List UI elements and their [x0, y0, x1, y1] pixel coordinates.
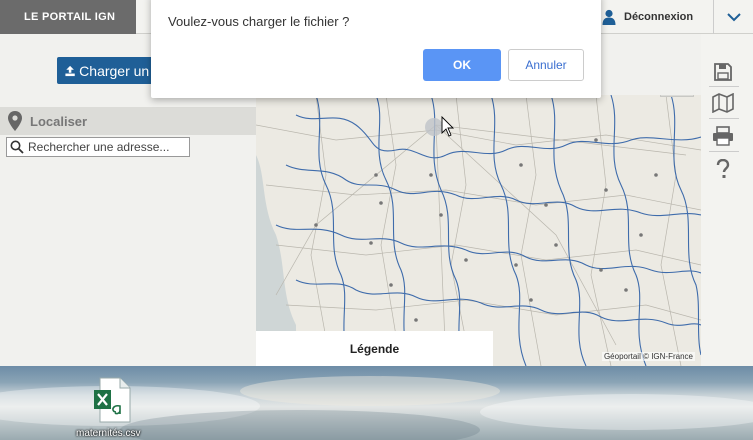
ok-button[interactable]: OK	[423, 49, 501, 81]
print-icon	[713, 126, 733, 146]
tool-divider	[709, 118, 739, 119]
map-button[interactable]	[710, 90, 736, 116]
logout-button[interactable]: Déconnexion	[598, 0, 713, 34]
confirm-dialog: Voulez-vous charger le fichier ? OK Annu…	[151, 0, 601, 98]
map-canvas[interactable]	[256, 95, 701, 366]
tool-divider	[709, 86, 739, 87]
upload-icon	[65, 65, 75, 76]
layers-button[interactable]	[660, 95, 694, 97]
localize-header[interactable]: Localiser	[0, 107, 256, 135]
wallpaper-streak	[480, 394, 753, 430]
save-button[interactable]	[710, 59, 736, 85]
chevron-down-icon	[726, 12, 741, 21]
map-attribution: Géoportail © IGN-France	[601, 352, 695, 361]
print-button[interactable]	[710, 123, 736, 149]
menu-toggle[interactable]	[714, 0, 753, 34]
logout-label: Déconnexion	[624, 11, 694, 23]
map-view[interactable]: Légende Géoportail © IGN-France	[256, 95, 701, 366]
localize-label: Localiser	[30, 113, 88, 129]
search-icon	[10, 140, 24, 154]
upload-label: Charger un f	[79, 62, 157, 79]
address-search[interactable]	[6, 137, 190, 157]
desktop-background: maternités.csv	[0, 366, 753, 440]
map-icon	[712, 93, 734, 113]
help-button[interactable]	[710, 156, 736, 182]
map-pin-icon	[8, 111, 22, 131]
cancel-button[interactable]: Annuler	[508, 49, 584, 81]
help-icon	[716, 159, 730, 178]
save-icon	[714, 63, 732, 81]
browser-app: LE PORTAIL IGN Déconnexion Charger un f …	[0, 0, 753, 366]
csv-file-icon[interactable]	[92, 376, 134, 424]
legend-toggle[interactable]: Légende	[256, 331, 493, 366]
right-toolbar	[701, 34, 753, 366]
search-input[interactable]	[28, 140, 188, 154]
user-icon	[602, 9, 616, 25]
excel-file-icon	[94, 377, 131, 423]
brand-tab[interactable]: LE PORTAIL IGN	[0, 0, 136, 34]
tool-divider	[709, 151, 739, 152]
wallpaper-streak	[240, 376, 500, 406]
upload-file-button[interactable]: Charger un f	[57, 57, 157, 84]
dialog-message: Voulez-vous charger le fichier ?	[168, 14, 350, 29]
file-label[interactable]: maternités.csv	[76, 428, 140, 439]
